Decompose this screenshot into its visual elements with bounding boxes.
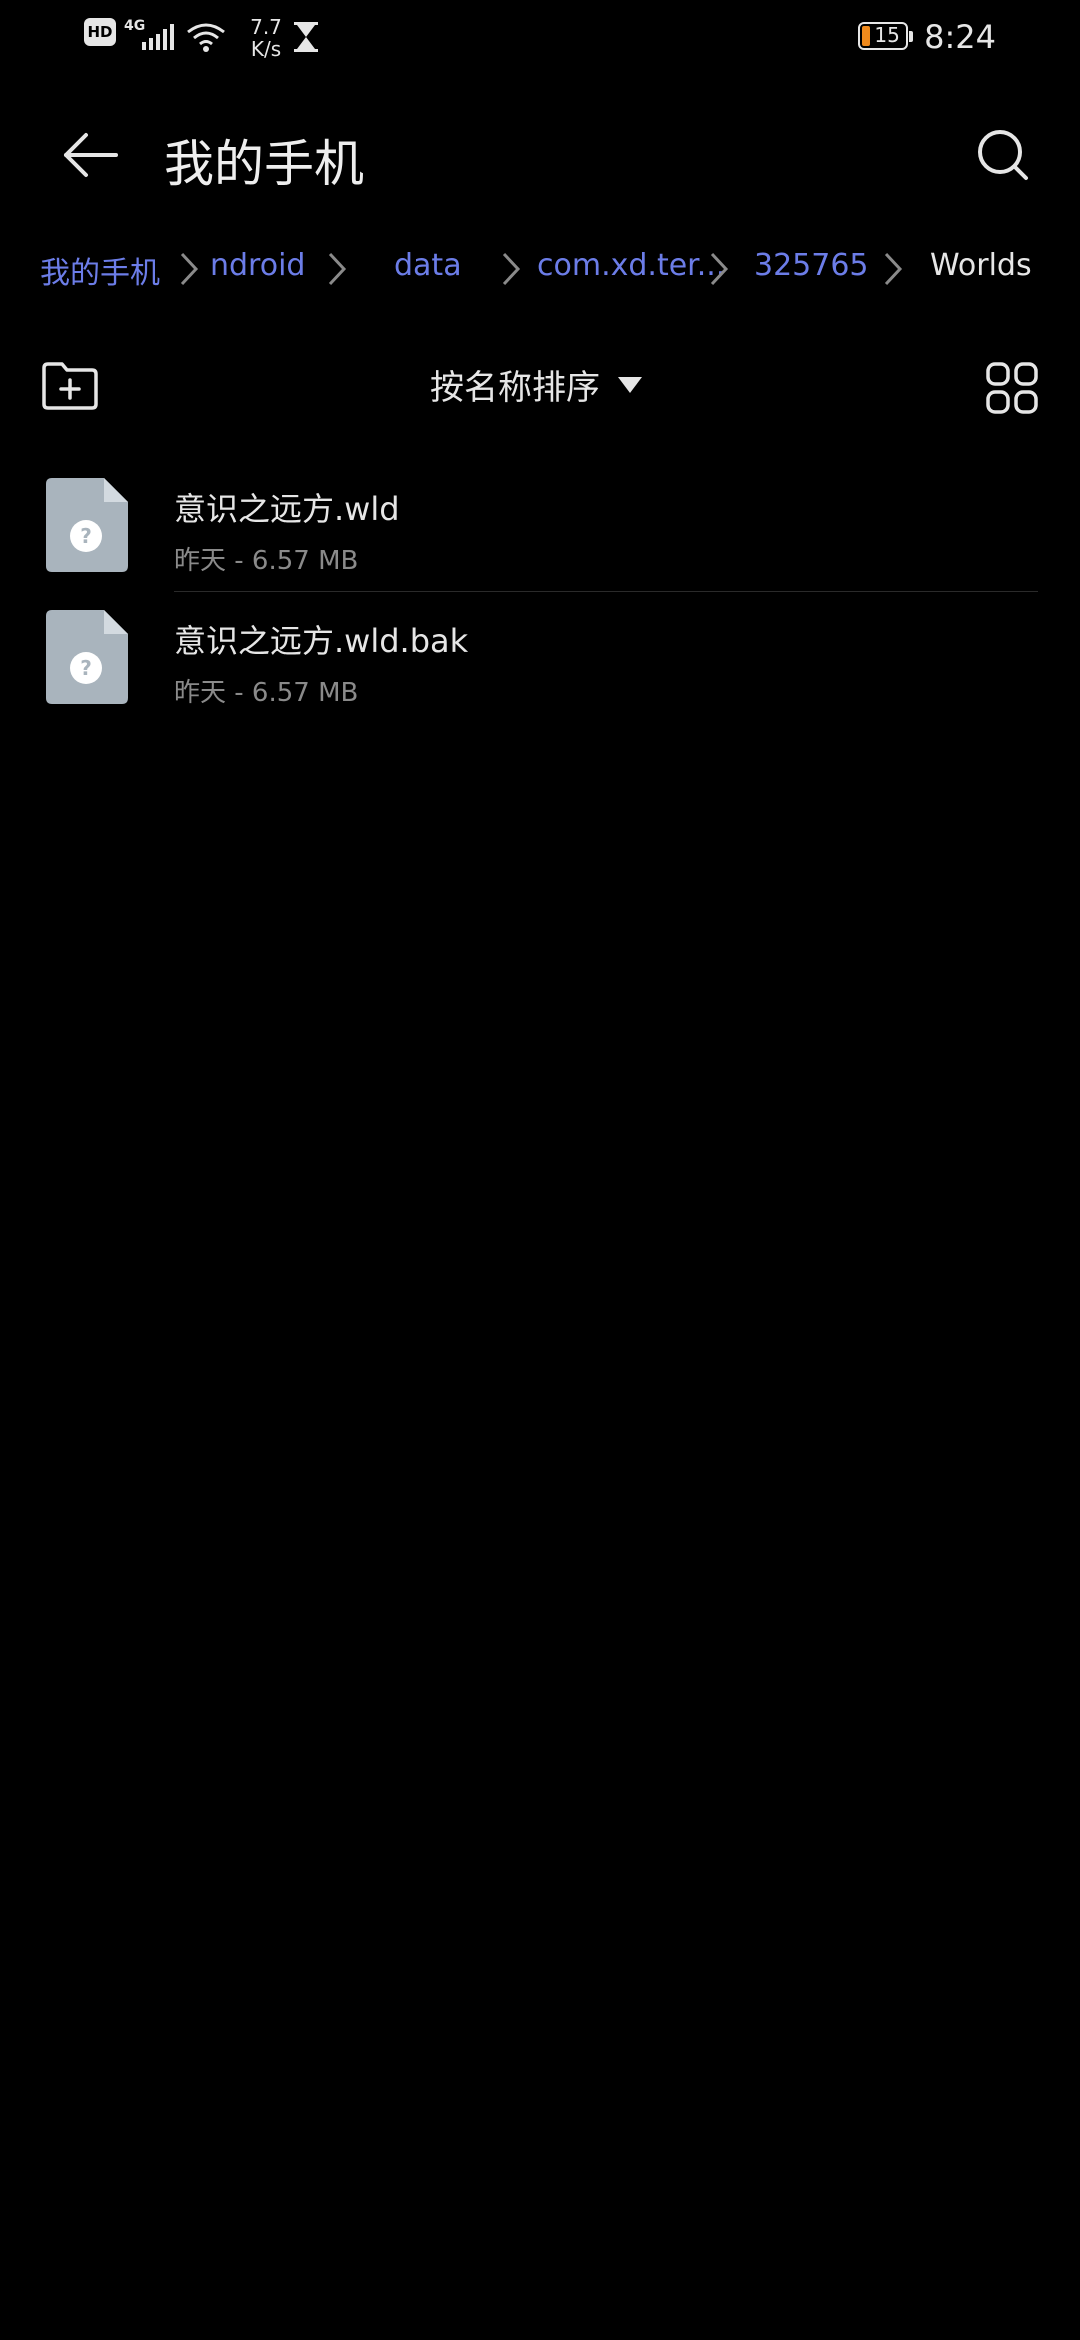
caret-down-icon [618,376,642,393]
file-meta: 昨天 - 6.57 MB [174,546,359,576]
new-folder-button[interactable] [40,358,100,414]
search-icon [978,130,1028,180]
breadcrumb-item-325765[interactable]: 325765 [754,248,869,283]
file-row[interactable]: ? 意识之远方.wld.bak 昨天 - 6.57 MB [0,592,1080,724]
breadcrumb-item-data[interactable]: data [394,248,462,283]
breadcrumb: 我的手机 ndroid data com.xd.ter... 325765 Wo… [0,240,1080,300]
wifi-icon [187,23,225,52]
hourglass-icon [294,22,318,52]
file-name: 意识之远方.wld [174,490,400,528]
back-arrow-icon [64,133,118,177]
status-left: HD 4G 7.7 K/s [84,16,318,60]
svg-text:?: ? [80,524,92,548]
grid-view-button[interactable] [984,360,1040,416]
back-button[interactable] [56,120,126,190]
chevron-right-icon [884,252,903,286]
unknown-file-icon: ? [46,610,128,704]
speed-value: 7.7 [250,15,282,39]
breadcrumb-item-my-phone[interactable]: 我的手机 [40,248,160,292]
hd-badge: HD [84,18,116,46]
file-row[interactable]: ? 意识之远方.wld 昨天 - 6.57 MB [0,460,1080,592]
chevron-right-icon [328,252,347,286]
page-title: 我的手机 [164,135,364,193]
status-bar: HD 4G 7.7 K/s 15 8:24 [0,0,1080,80]
new-folder-icon [42,362,98,410]
network-speed: 7.7 K/s [236,16,296,60]
file-meta: 昨天 - 6.57 MB [174,678,359,708]
battery-fill [862,26,871,46]
breadcrumb-item-package[interactable]: com.xd.ter... [537,248,725,283]
breadcrumb-item-worlds: Worlds [930,248,1032,283]
signal-strength-icon [142,24,174,50]
status-right: 15 8:24 [858,18,996,56]
chevron-right-icon [180,252,199,286]
toolbar: 按名称排序 [0,350,1080,430]
breadcrumb-item-android[interactable]: ndroid [210,248,305,283]
svg-text:?: ? [80,656,92,680]
search-button[interactable] [968,120,1038,190]
battery-icon: 15 [858,22,914,52]
file-list: ? 意识之远方.wld 昨天 - 6.57 MB ? 意识之远方.wld.bak… [0,460,1080,724]
sort-label: 按名称排序 [430,368,600,408]
file-name: 意识之远方.wld.bak [174,622,469,660]
battery-level: 15 [874,23,900,47]
grid-view-icon [986,362,1038,414]
speed-unit: K/s [250,37,282,61]
clock: 8:24 [924,18,996,56]
unknown-file-icon: ? [46,478,128,572]
sort-by-name-button[interactable]: 按名称排序 [430,360,642,409]
chevron-right-icon [710,252,729,286]
app-bar: 我的手机 [0,100,1080,210]
chevron-right-icon [502,252,521,286]
